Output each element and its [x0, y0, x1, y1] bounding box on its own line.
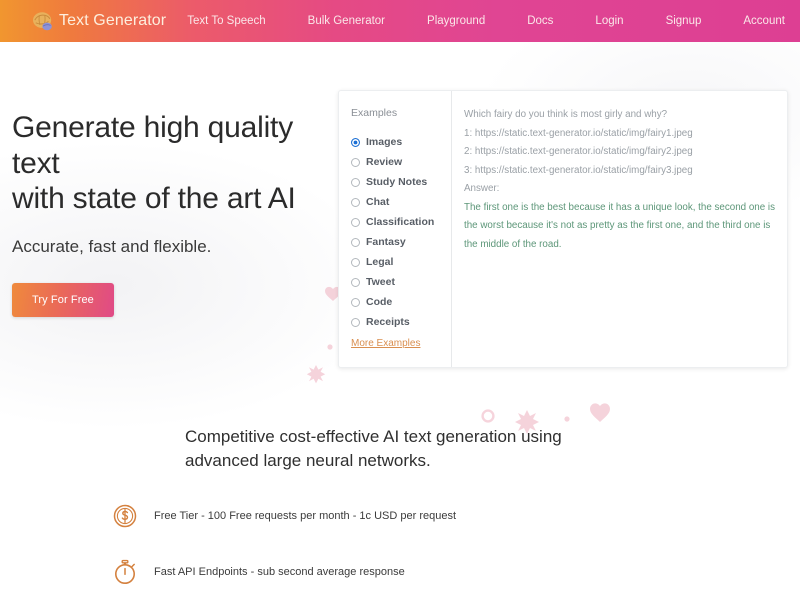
hero-title-line-1: Generate high quality text — [12, 111, 293, 180]
radio-icon[interactable] — [351, 137, 360, 147]
example-option-label: Study Notes — [366, 176, 428, 188]
radio-icon[interactable] — [351, 277, 360, 287]
brand-label: Text Generator — [59, 12, 167, 29]
example-option-label: Chat — [366, 196, 390, 208]
prompt-line: Which fairy do you think is most girly a… — [464, 109, 668, 120]
radio-icon[interactable] — [351, 217, 360, 227]
example-option-label: Review — [366, 156, 403, 168]
page-title: Generate high quality text with state of… — [12, 110, 330, 217]
nav-link-text-to-speech[interactable]: Text To Speech — [187, 9, 265, 33]
hero-title-line-2: with state of the art AI — [12, 182, 296, 216]
example-option-label: Classification — [366, 216, 435, 228]
brand-logo-link[interactable]: Text Generator — [32, 11, 166, 31]
nav-links: Text To Speech Bulk Generator Playground… — [166, 9, 800, 33]
example-option-classification[interactable]: Classification — [351, 212, 451, 232]
radio-icon[interactable] — [351, 257, 360, 267]
prompt-line: 1: https://static.text-generator.io/stat… — [464, 127, 693, 139]
nav-link-account[interactable]: Account — [743, 9, 785, 33]
example-option-images[interactable]: Images — [351, 132, 451, 152]
example-option-fantasy[interactable]: Fantasy — [351, 232, 451, 252]
example-option-code[interactable]: Code — [351, 292, 451, 312]
prompt-line: 3: https://static.text-generator.io/stat… — [464, 164, 693, 176]
example-option-chat[interactable]: Chat — [351, 192, 451, 212]
feature-text: Free Tier - 100 Free requests per month … — [154, 510, 457, 523]
example-option-label: Images — [366, 136, 403, 148]
feature-text: Fast API Endpoints - sub second average … — [154, 566, 405, 579]
more-examples-link[interactable]: More Examples — [351, 338, 420, 349]
radio-icon[interactable] — [351, 237, 360, 247]
example-option-label: Tweet — [366, 276, 395, 288]
example-option-legal[interactable]: Legal — [351, 252, 451, 272]
hero-subtitle: Accurate, fast and flexible. — [12, 237, 212, 257]
example-option-receipts[interactable]: Receipts — [351, 312, 451, 332]
nav-link-login[interactable]: Login — [595, 9, 623, 33]
radio-icon[interactable] — [351, 297, 360, 307]
try-for-free-button[interactable]: Try For Free — [12, 283, 114, 318]
nav-link-signup[interactable]: Signup — [666, 9, 702, 33]
example-option-label: Fantasy — [366, 236, 406, 248]
example-option-tweet[interactable]: Tweet — [351, 272, 451, 292]
features-headline: Competitive cost-effective AI text gener… — [185, 427, 562, 471]
examples-card: Examples Images Review Study Notes Chat … — [338, 90, 788, 368]
radio-icon[interactable] — [351, 157, 360, 167]
example-option-label: Code — [366, 296, 393, 308]
example-option-label: Legal — [366, 256, 394, 268]
feature-row-fast-api: Fast API Endpoints - sub second average … — [112, 559, 800, 585]
brain-icon — [33, 12, 52, 31]
example-option-label: Receipts — [366, 316, 410, 328]
prompt-line: Answer: — [464, 183, 500, 194]
radio-icon[interactable] — [351, 197, 360, 207]
example-option-review[interactable]: Review — [351, 152, 451, 172]
generated-answer-text: The first one is the best because it has… — [464, 201, 775, 250]
prompt-line: 2: https://static.text-generator.io/stat… — [464, 146, 693, 157]
example-output-panel: Which fairy do you think is most girly a… — [452, 91, 787, 367]
top-navbar: Text Generator Text To Speech Bulk Gener… — [0, 0, 800, 42]
nav-link-bulk-generator[interactable]: Bulk Generator — [308, 9, 385, 33]
nav-link-playground[interactable]: Playground — [427, 9, 485, 33]
features-section: Competitive cost-effective AI text gener… — [0, 425, 800, 585]
radio-icon[interactable] — [351, 177, 360, 187]
radio-icon[interactable] — [351, 317, 360, 327]
dollar-circle-icon — [113, 505, 137, 528]
examples-list-panel: Examples Images Review Study Notes Chat … — [339, 91, 452, 367]
stopwatch-icon — [115, 560, 135, 585]
example-option-study-notes[interactable]: Study Notes — [351, 172, 451, 192]
examples-label: Examples — [351, 107, 398, 119]
hero-left-column: Generate high quality text with state of… — [0, 110, 330, 318]
nav-link-docs[interactable]: Docs — [527, 9, 553, 33]
feature-row-free-tier: Free Tier - 100 Free requests per month … — [112, 503, 800, 529]
